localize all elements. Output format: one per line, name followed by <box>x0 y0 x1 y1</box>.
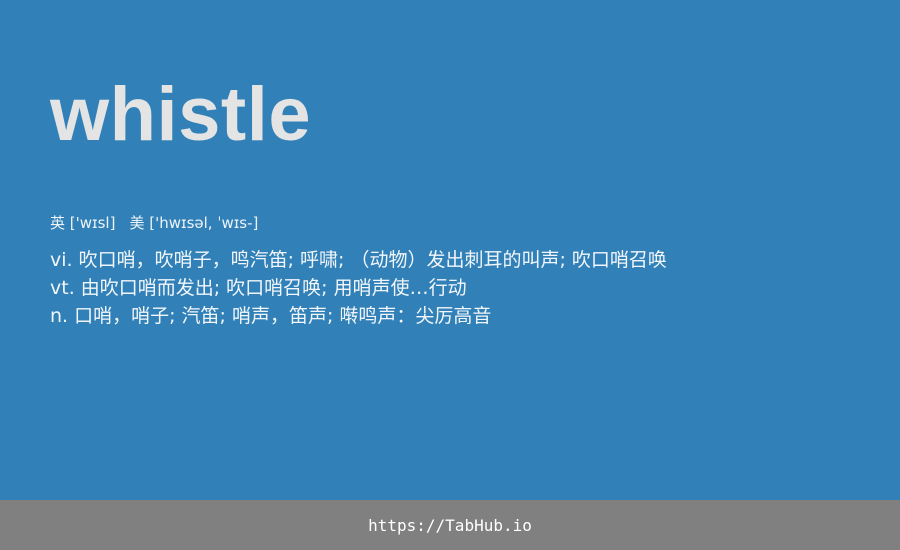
us-phonetic-label: 美 <box>129 214 145 232</box>
definition-line: n. 口哨，哨子; 汽笛; 哨声，笛声; 啭鸣声：尖厉高音 <box>50 302 667 330</box>
definition-line: vi. 吹口哨，吹哨子，鸣汽笛; 呼啸; （动物）发出刺耳的叫声; 吹口哨召唤 <box>50 246 667 274</box>
footer-link[interactable]: https://TabHub.io <box>368 516 532 535</box>
us-phonetic-ipa: ['hwɪsəl, ˈwɪs-] <box>149 214 259 232</box>
definition-line: vt. 由吹口哨而发出; 吹口哨召唤; 用哨声使…行动 <box>50 274 667 302</box>
uk-phonetic-label: 英 <box>50 214 66 232</box>
definition-text: 口哨，哨子; 汽笛; 哨声，笛声; 啭鸣声：尖厉高音 <box>74 305 492 327</box>
headword: whistle <box>50 72 312 157</box>
phonetics-row: 英 ['wɪsl] 美 ['hwɪsəl, ˈwɪs-] <box>50 213 258 233</box>
word-card: whistle 英 ['wɪsl] 美 ['hwɪsəl, ˈwɪs-] vi. 吹… <box>0 0 900 500</box>
footer-bar: https://TabHub.io <box>0 500 900 550</box>
definition-text: 吹口哨，吹哨子，鸣汽笛; 呼啸; （动物）发出刺耳的叫声; 吹口哨召唤 <box>78 249 667 271</box>
uk-phonetic-ipa: ['wɪsl] <box>69 214 116 232</box>
part-of-speech: vi. <box>50 249 73 271</box>
part-of-speech: vt. <box>50 277 75 299</box>
definitions-list: vi. 吹口哨，吹哨子，鸣汽笛; 呼啸; （动物）发出刺耳的叫声; 吹口哨召唤 v… <box>50 246 667 330</box>
definition-text: 由吹口哨而发出; 吹口哨召唤; 用哨声使…行动 <box>80 277 467 299</box>
part-of-speech: n. <box>50 305 69 327</box>
